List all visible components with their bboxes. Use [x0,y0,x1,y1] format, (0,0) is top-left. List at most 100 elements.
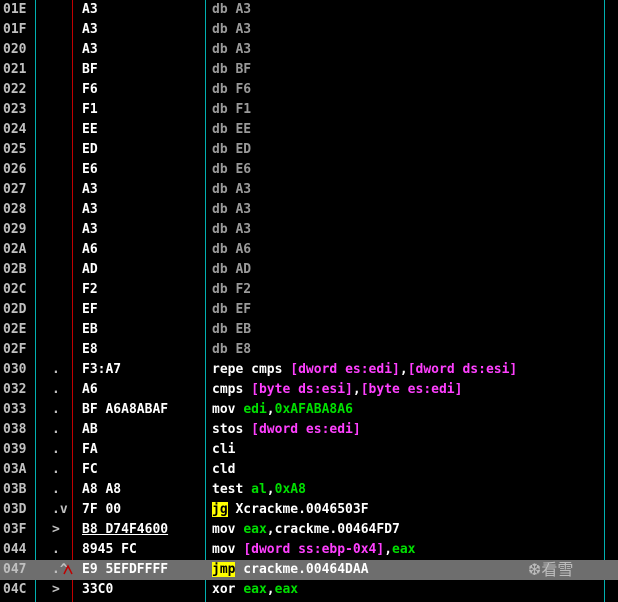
hex-bytes-cell: A3 [82,222,98,237]
table-row[interactable]: 02F E8 db E8 [0,340,618,360]
hex-bytes-cell: EB [82,322,98,337]
address-cell: 032 [3,382,27,397]
table-row[interactable]: 03B. A8 A8 test al,0xA8 [0,480,618,500]
disasm-token: , [266,482,275,497]
disasm-token: db EF [212,302,252,317]
table-row[interactable]: 023 F1 db F1 [0,100,618,120]
table-row[interactable]: 021 BF db BF [0,60,618,80]
address-cell: 028 [3,202,27,217]
hex-bytes-cell: FC [82,462,98,477]
address-cell: 033 [3,402,27,417]
hex-bytes-cell: A3 [82,22,98,37]
flag-cell: . [52,402,60,417]
hex-bytes-cell: A3 [82,202,98,217]
hex-bytes-cell: E6 [82,162,98,177]
disasm-token: mov [212,402,244,417]
table-row[interactable]: 022 F6 db F6 [0,80,618,100]
disassembly-listing[interactable]: 01E A3 db A3 01F A3 db A3 020 A3 db A3 021 BF db BF… [0,0,618,600]
disasm-token: db EB [212,322,252,337]
address-cell: 047 [3,562,27,577]
flag-cell: . [52,422,60,437]
address-cell: 02E [3,322,27,337]
table-row[interactable]: 025 ED db ED [0,140,618,160]
address-cell: 01F [3,22,27,37]
disasm-token: xor [212,582,244,597]
disasm-token: cmps [212,382,252,397]
disasm-token: db F1 [212,102,252,117]
table-row[interactable]: 02A A6 db A6 [0,240,618,260]
table-row[interactable]: 038. AB stos [dword es:edi] [0,420,618,440]
disasm-token: db F2 [212,282,252,297]
table-row[interactable]: 044. 8945 FC mov [dword ss:ebp-0x4],eax [0,540,618,560]
table-row[interactable]: 01E A3 db A3 [0,0,618,20]
address-cell: 024 [3,122,27,137]
table-row[interactable]: 028 A3 db A3 [0,200,618,220]
disassembly-cell: db EF [212,300,251,320]
table-row[interactable]: 02B AD db AD [0,260,618,280]
disasm-token: [dword es:edi] [251,422,361,437]
address-cell: 02F [3,342,27,357]
disassembly-cell: db A3 [212,20,251,40]
disasm-token: db A3 [212,202,252,217]
table-row[interactable]: 020 A3 db A3 [0,40,618,60]
disasm-token: [dword ds:esi] [407,362,518,377]
table-row[interactable]: 027 A3 db A3 [0,180,618,200]
hex-bytes-cell: A8 A8 [82,482,122,497]
table-row[interactable]: 01F A3 db A3 [0,20,618,40]
disasm-token: , [399,362,408,377]
table-row[interactable]: 029 A3 db A3 [0,220,618,240]
hex-bytes-cell: A6 [82,382,98,397]
address-cell: 03B [3,482,27,497]
hex-bytes-cell: 7F 00 [82,502,122,517]
hex-bytes-cell: BF A6A8ABAF [82,402,169,417]
table-row[interactable]: 02D EF db EF [0,300,618,320]
address-cell: 026 [3,162,27,177]
table-row[interactable]: 03F > B8 D74F4600 mov eax,crackme.00464FD7 [0,520,618,540]
disassembly-cell: repe cmps [dword es:edi],[dword ds:esi] [212,360,517,380]
flag-cell: . [52,382,60,397]
address-cell: 03A [3,462,27,477]
hex-bytes-cell: E9 5EFDFFFF [82,562,169,577]
table-row[interactable]: 030. F3:A7 repe cmps [dword es:edi],[dword… [0,360,618,380]
address-cell: 021 [3,62,27,77]
disasm-token: , [384,542,393,557]
address-cell: 022 [3,82,27,97]
flag-cell: . [52,462,60,477]
table-row[interactable]: 024 EE db EE [0,120,618,140]
disasm-token: eax [392,542,416,557]
disasm-token: [dword es:edi] [290,362,400,377]
disasm-token: edi [243,402,267,417]
disasm-token: [byte es:edi] [360,382,463,397]
table-row[interactable]: 039. FA cli [0,440,618,460]
disassembly-cell: jg Xcrackme.0046503F [212,500,369,520]
disasm-token: crackme.00464DAA [235,562,369,577]
disassembly-cell: db A3 [212,0,251,20]
disasm-token: db E6 [212,162,252,177]
table-row[interactable]: 03D .v 7F 00 jg Xcrackme.0046503F [0,500,618,520]
table-row[interactable]: 04C >33C0 xor eax,eax [0,580,618,600]
disassembly-cell: test al,0xA8 [212,480,306,500]
disasm-token: cli [212,442,236,457]
disasm-token: mov [212,522,244,537]
disasm-token: db BF [212,62,252,77]
watermark: ❆看雪 [528,556,573,580]
table-row[interactable]: 03A. FC cld [0,460,618,480]
address-cell: 02B [3,262,27,277]
address-cell: 04C [3,582,27,597]
table-row[interactable]: 047 .^ E9 5EFDFFFF jmp crackme.00464DAA [0,560,618,580]
table-row[interactable]: 033. BF A6A8ABAF mov edi,0xAFABA8A6 [0,400,618,420]
flag-cell: . [52,362,60,377]
table-row[interactable]: 02E EB db EB [0,320,618,340]
table-row[interactable]: 032. A6 cmps [byte ds:esi],[byte es:edi] [0,380,618,400]
disassembly-cell: db AD [212,260,251,280]
flag-cell: > [52,582,60,597]
hex-bytes-cell: E8 [82,342,98,357]
snowflake-icon: ❆ [528,560,542,579]
table-row[interactable]: 02C F2 db F2 [0,280,618,300]
hex-bytes-cell: A6 [82,242,98,257]
hex-bytes-cell: FA [82,442,98,457]
disasm-token: stos [212,422,252,437]
table-row[interactable]: 026 E6 db E6 [0,160,618,180]
address-cell: 039 [3,442,27,457]
address-cell: 038 [3,422,27,437]
